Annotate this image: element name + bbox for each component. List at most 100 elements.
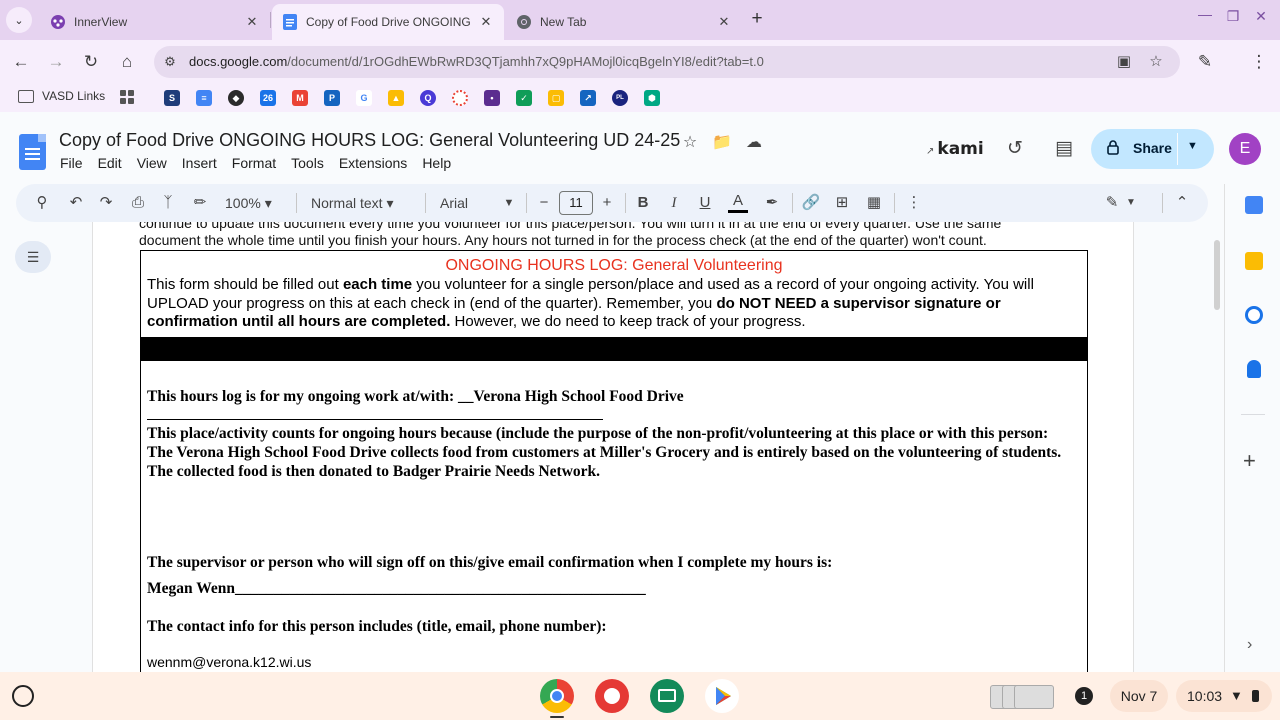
share-dropdown-icon[interactable]: ▼ (1187, 140, 1198, 152)
share-button[interactable]: Share ▼ (1091, 129, 1214, 169)
menu-tools[interactable]: Tools (291, 155, 324, 171)
keep-icon[interactable] (1245, 252, 1263, 270)
status-area[interactable]: 10:03 ▼ (1176, 680, 1272, 712)
bookmark-calendar[interactable]: 26 (260, 90, 276, 106)
new-tab-button[interactable]: + (746, 8, 768, 30)
docs-logo-icon[interactable] (19, 134, 46, 170)
menu-help[interactable]: Help (422, 155, 451, 171)
bookmark-google[interactable]: G (356, 90, 372, 106)
text-color-button[interactable]: A (728, 193, 748, 213)
contact-email[interactable]: wennm@verona.k12.wi.us (147, 654, 311, 670)
cloud-status-icon[interactable]: ☁ (744, 132, 764, 152)
bold-button[interactable]: B (634, 193, 652, 213)
menu-edit[interactable]: Edit (98, 155, 122, 171)
chrome-app-icon[interactable] (540, 679, 574, 713)
redo-icon[interactable]: ↷ (96, 193, 116, 213)
menu-insert[interactable]: Insert (182, 155, 217, 171)
notification-badge[interactable]: 1 (1075, 687, 1093, 705)
image-icon[interactable]: ▦ (864, 193, 884, 213)
more-options-icon[interactable]: ⋮ (904, 193, 924, 213)
date-pill[interactable]: Nov 7 (1110, 680, 1168, 712)
document-title[interactable]: Copy of Food Drive ONGOING HOURS LOG: Ge… (59, 130, 680, 151)
bookmark-hex[interactable]: ⬢ (644, 90, 660, 106)
home-icon[interactable]: ⌂ (116, 51, 138, 73)
calendar-icon[interactable] (1245, 196, 1263, 214)
link-icon[interactable]: 🔗 (801, 193, 821, 213)
bookmark-circle[interactable] (452, 90, 468, 106)
menu-view[interactable]: View (137, 155, 167, 171)
star-icon[interactable]: ☆ (680, 132, 700, 152)
highlight-icon[interactable]: ✒ (762, 193, 782, 213)
underline-button[interactable]: U (696, 193, 714, 213)
add-comment-icon[interactable]: ⊞ (832, 193, 852, 213)
comments-icon[interactable]: ▤ (1052, 137, 1076, 161)
launcher-icon[interactable] (12, 685, 34, 707)
tab-innerview[interactable]: InnerView ✕ (40, 4, 270, 40)
mode-dropdown-icon[interactable]: ▼ (1124, 193, 1138, 213)
close-icon[interactable]: ✕ (716, 14, 732, 30)
search-menus-icon[interactable]: ⚲ (32, 193, 52, 213)
spellcheck-icon[interactable]: ᛉ (158, 193, 178, 213)
forward-icon[interactable]: → (45, 51, 67, 73)
italic-button[interactable]: I (665, 193, 683, 213)
add-icon[interactable]: + (1243, 448, 1256, 474)
install-app-icon[interactable]: ▣ (1114, 52, 1134, 72)
play-store-icon[interactable] (705, 679, 739, 713)
bookmark-star-icon[interactable]: ☆ (1146, 52, 1166, 72)
font-size-input[interactable]: 11 (559, 191, 593, 215)
contacts-icon[interactable] (1247, 360, 1261, 378)
paint-format-icon[interactable]: ✏ (190, 193, 210, 213)
bookmark-arrow[interactable]: ↗ (580, 90, 596, 106)
chevron-right-icon[interactable]: › (1247, 636, 1252, 654)
bookmark-pt[interactable]: P (324, 90, 340, 106)
more-vert-icon[interactable]: ⋮ (1248, 51, 1270, 73)
pencil-icon[interactable]: ✎ (1102, 193, 1122, 213)
minimize-icon[interactable]: — (1194, 6, 1216, 22)
tasks-icon[interactable] (1245, 306, 1263, 324)
tab-new-tab[interactable]: New Tab ✕ (506, 4, 742, 40)
bookmark-slides[interactable]: ▢ (548, 90, 564, 106)
zoom-select[interactable]: 100% ▾ (225, 193, 285, 213)
scrollbar-thumb[interactable] (1214, 240, 1220, 310)
menu-extensions[interactable]: Extensions (339, 155, 407, 171)
print-icon[interactable]: ⎙ (128, 193, 148, 213)
increase-font-button[interactable]: + (599, 193, 615, 213)
bookmark-sis[interactable]: S (164, 90, 180, 106)
canvas-app-icon[interactable] (595, 679, 629, 713)
bookmark-drive[interactable]: ▲ (388, 90, 404, 106)
bookmark-classroom[interactable]: ✓ (516, 90, 532, 106)
close-icon[interactable]: ✕ (244, 14, 260, 30)
document-page[interactable]: continue to update this document every t… (92, 222, 1134, 672)
bookmark-pltw[interactable]: PL (612, 90, 628, 106)
back-icon[interactable]: ← (10, 51, 32, 73)
tab-google-doc[interactable]: Copy of Food Drive ONGOING H ✕ (272, 4, 504, 40)
restore-icon[interactable]: ❐ (1222, 8, 1244, 25)
reload-icon[interactable]: ↻ (80, 51, 102, 73)
extensions-icon[interactable]: ✎ (1194, 51, 1216, 73)
collapse-icon[interactable]: ⌃ (1172, 193, 1192, 213)
url-text[interactable]: docs.google.com/document/d/1rOGdhEWbRwRD… (189, 54, 764, 69)
tab-search-icon[interactable]: ⌄ (6, 7, 32, 33)
bookmark-gmail[interactable]: M (292, 90, 308, 106)
undo-icon[interactable]: ↶ (66, 193, 86, 213)
bookmark-docs[interactable]: ≡ (196, 90, 212, 106)
move-folder-icon[interactable]: 📁 (712, 132, 732, 152)
close-window-icon[interactable]: ✕ (1250, 8, 1272, 25)
ongoing-work-line[interactable]: This hours log is for my ongoing work at… (147, 387, 1077, 406)
decrease-font-button[interactable]: − (536, 193, 552, 213)
bookmark-folder-vasd[interactable]: VASD Links (18, 89, 105, 103)
style-select[interactable]: Normal text ▾ (311, 193, 416, 213)
address-bar[interactable]: ⚙ docs.google.com/document/d/1rOGdhEWbRw… (154, 46, 1180, 78)
history-icon[interactable]: ↺ (1003, 137, 1027, 161)
close-icon[interactable]: ✕ (478, 14, 494, 30)
counts-because-text[interactable]: This place/activity counts for ongoing h… (147, 424, 1077, 481)
classroom-app-icon[interactable] (650, 679, 684, 713)
tote-icon[interactable] (988, 682, 1054, 712)
site-settings-icon[interactable]: ⚙ (162, 54, 178, 70)
menu-file[interactable]: File (60, 155, 83, 171)
bookmark-innerview[interactable]: • (484, 90, 500, 106)
font-dropdown-icon[interactable]: ▼ (502, 193, 516, 213)
kami-button[interactable]: ↗ kami (926, 139, 984, 159)
menu-format[interactable]: Format (232, 155, 276, 171)
supervisor-name[interactable]: Megan Wenn______________________________… (147, 579, 1077, 598)
